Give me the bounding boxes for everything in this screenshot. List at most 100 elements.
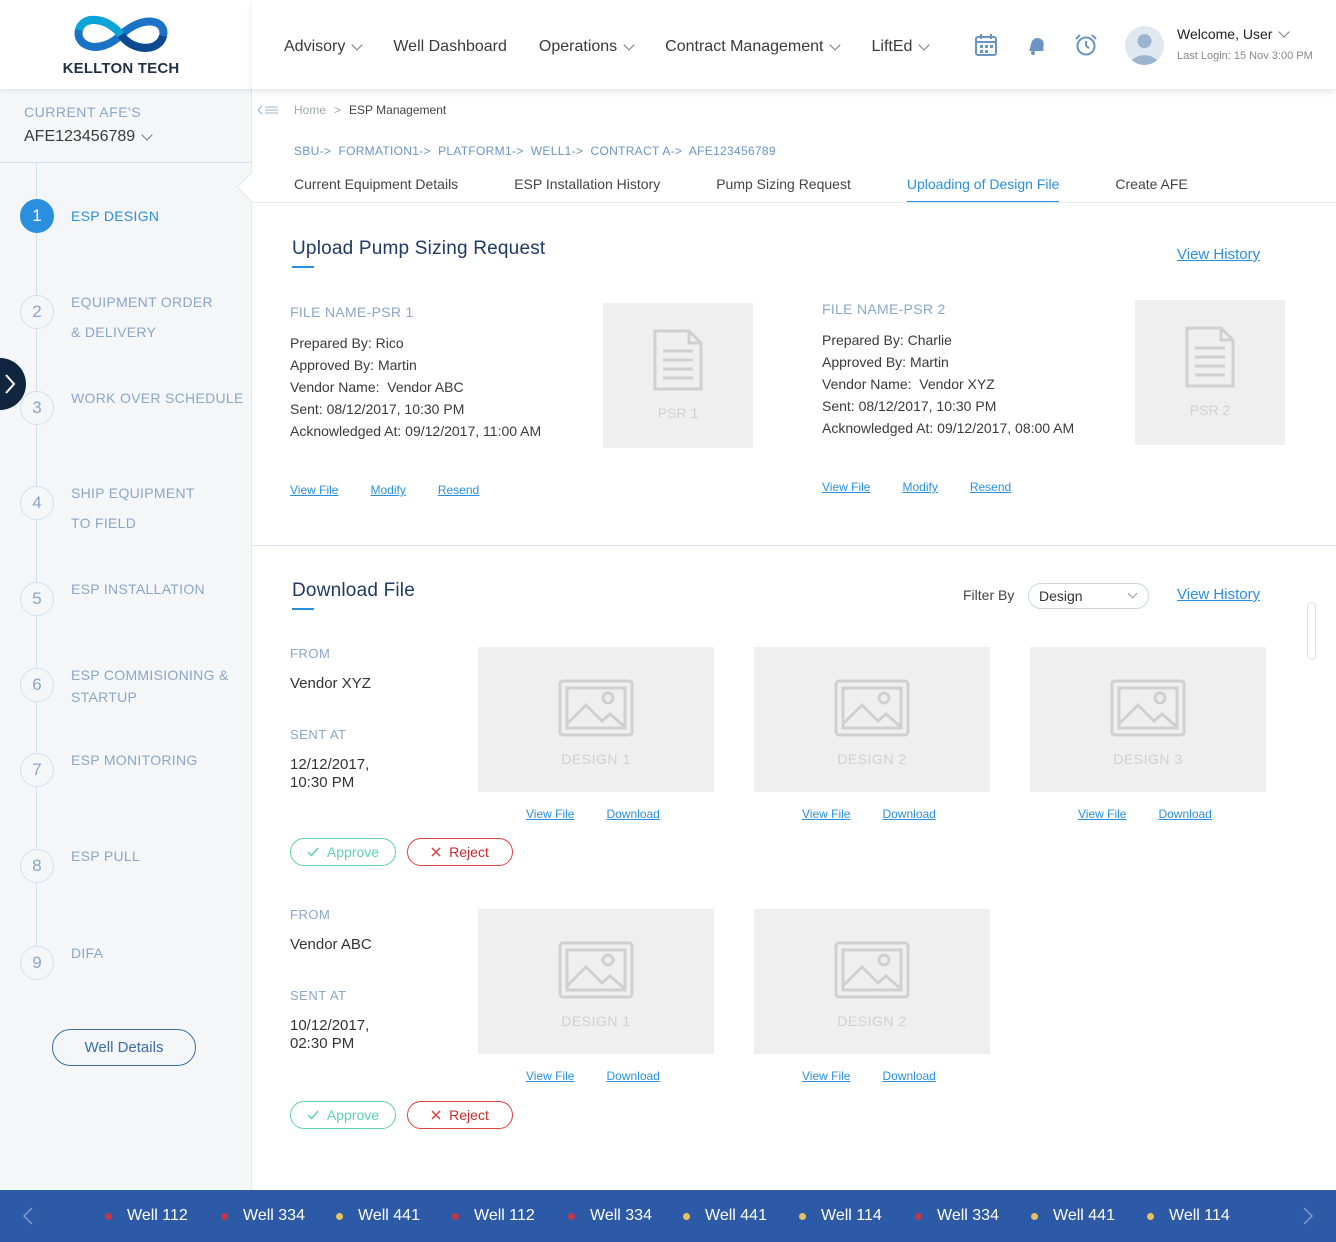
tab-create-afe[interactable]: Create AFE [1115, 176, 1187, 203]
status-dot-icon [915, 1212, 922, 1220]
prepared-by: Prepared By: Charlie [822, 332, 952, 348]
modify-link[interactable]: Modify [902, 480, 937, 494]
acknowledged-at: Acknowledged At: 09/12/2017, 08:00 AM [822, 420, 1075, 436]
modify-link[interactable]: Modify [370, 483, 405, 497]
design-thumbnail[interactable]: DESIGN 3 [1030, 647, 1266, 792]
ticker-item[interactable]: Well 334 [915, 1207, 1031, 1225]
design-thumbnail[interactable]: DESIGN 1 [478, 647, 714, 792]
divider [0, 162, 252, 163]
ticker-item[interactable]: Well 441 [1031, 1207, 1147, 1225]
ticker-item[interactable]: Well 114 [1147, 1207, 1247, 1225]
chevron-down-icon [141, 128, 153, 141]
ticker-item[interactable]: Well 441 [683, 1207, 799, 1225]
ticker-item-label: Well 114 [821, 1207, 882, 1224]
download-link[interactable]: Download [606, 1069, 659, 1083]
step-esp-monitoring[interactable]: 7 ESP MONITORING [20, 752, 198, 787]
breadcrumb-home[interactable]: Home [294, 103, 326, 117]
chevron-down-icon [829, 38, 842, 51]
step-esp-commisioning[interactable]: 6 ESP COMMISIONING & STARTUP [20, 667, 229, 708]
ticker-item[interactable]: Well 112 [105, 1207, 221, 1225]
download-link[interactable]: Download [1158, 807, 1211, 821]
status-dot-icon [105, 1212, 112, 1220]
nav-label: Advisory [284, 38, 346, 55]
psr-2-thumbnail[interactable]: PSR 2 [1135, 300, 1285, 445]
nav-lifted[interactable]: LiftEd [871, 38, 931, 56]
ticker-item[interactable]: Well 334 [221, 1207, 336, 1225]
status-dot-icon [221, 1212, 228, 1220]
tab-current-equipment-details[interactable]: Current Equipment Details [294, 176, 458, 203]
step-label: ESP COMMISIONING & STARTUP [71, 667, 229, 705]
thumbnail-label: DESIGN 2 [837, 751, 907, 767]
approve-button[interactable]: Approve [290, 1101, 396, 1129]
download-link[interactable]: Download [882, 807, 935, 821]
resend-link[interactable]: Resend [438, 483, 479, 497]
breadcrumb: Home > ESP Management [294, 103, 446, 117]
from-label: FROM [290, 646, 331, 661]
tab-pump-sizing-request[interactable]: Pump Sizing Request [716, 176, 851, 203]
step-number: 8 [20, 849, 54, 883]
step-esp-installation[interactable]: 5 ESP INSTALLATION [20, 581, 205, 616]
step-esp-design[interactable]: 1 ESP DESIGN [20, 199, 159, 233]
avatar[interactable] [1125, 26, 1164, 65]
alarm-clock-icon[interactable] [1074, 33, 1098, 57]
approve-button[interactable]: Approve [290, 838, 396, 866]
step-label: SHIP EQUIPMENT TO FIELD [71, 485, 195, 531]
nav-contract-management[interactable]: Contract Management [665, 38, 842, 56]
design-thumbnail[interactable]: DESIGN 2 [754, 909, 990, 1054]
logo-text: KELLTON TECH [62, 60, 180, 77]
nav-well-dashboard[interactable]: Well Dashboard [393, 38, 507, 56]
nav-operations[interactable]: Operations [539, 38, 635, 56]
reject-button[interactable]: Reject [407, 1101, 513, 1129]
reject-button[interactable]: Reject [407, 838, 513, 866]
top-header: Advisory Well Dashboard Operations Contr… [252, 0, 1336, 89]
tab-bar: Current Equipment Details ESP Installati… [294, 176, 1244, 203]
status-dot-icon [799, 1212, 806, 1220]
view-file-link[interactable]: View File [1078, 807, 1126, 821]
ticker-item[interactable]: Well 334 [568, 1207, 683, 1225]
tab-esp-installation-history[interactable]: ESP Installation History [514, 176, 660, 203]
ticker-prev-button[interactable] [22, 1206, 34, 1232]
ticker-next-button[interactable] [1302, 1206, 1314, 1232]
logo[interactable]: KELLTON TECH [0, 0, 252, 89]
resend-link[interactable]: Resend [970, 480, 1011, 494]
tab-uploading-of-design-file[interactable]: Uploading of Design File [906, 176, 1060, 203]
step-label: DIFA [71, 945, 104, 961]
upload-view-history-link[interactable]: View History [1177, 246, 1260, 263]
status-dot-icon [1031, 1212, 1038, 1220]
ticker-item-label: Well 334 [243, 1207, 305, 1224]
main-nav: Advisory Well Dashboard Operations Contr… [284, 38, 960, 56]
well-status-ticker: Well 112 Well 334 Well 441 Well 112 Well 334… [0, 1190, 1336, 1242]
menu-collapse-icon[interactable] [257, 104, 278, 118]
scrollbar[interactable] [1307, 602, 1316, 660]
psr-file-2: FILE NAME-PSR 2 Prepared By: Charlie App… [822, 301, 1074, 439]
step-work-over-schedule[interactable]: 3 WORK OVER SCHEDULE [20, 390, 244, 425]
calendar-icon[interactable] [974, 33, 998, 57]
step-difa[interactable]: 9 DIFA [20, 945, 103, 980]
ticker-item[interactable]: Well 441 [336, 1207, 452, 1225]
step-esp-pull[interactable]: 8 ESP PULL [20, 848, 140, 883]
last-login: Last Login: 15 Nov 3:00 PM [1177, 50, 1313, 62]
user-menu[interactable]: Welcome, User [1177, 25, 1291, 42]
design-actions: View File Download [526, 1069, 660, 1083]
view-file-link[interactable]: View File [526, 807, 574, 821]
download-link[interactable]: Download [882, 1069, 935, 1083]
download-link[interactable]: Download [606, 807, 659, 821]
design-thumbnail[interactable]: DESIGN 2 [754, 647, 990, 792]
nav-advisory[interactable]: Advisory [284, 38, 364, 56]
afe-selector[interactable]: AFE123456789 [24, 128, 153, 146]
ticker-item[interactable]: Well 114 [799, 1207, 915, 1225]
view-file-link[interactable]: View File [802, 807, 850, 821]
view-file-link[interactable]: View File [526, 1069, 574, 1083]
view-file-link[interactable]: View File [822, 480, 870, 494]
bell-icon[interactable] [1024, 33, 1048, 57]
design-thumbnail[interactable]: DESIGN 1 [478, 909, 714, 1054]
filter-select[interactable]: Design [1028, 583, 1149, 609]
psr-1-thumbnail[interactable]: PSR 1 [603, 303, 753, 448]
download-view-history-link[interactable]: View History [1177, 586, 1260, 603]
view-file-link[interactable]: View File [290, 483, 338, 497]
ticker-item[interactable]: Well 112 [452, 1207, 568, 1225]
view-file-link[interactable]: View File [802, 1069, 850, 1083]
step-ship-equipment[interactable]: 4 SHIP EQUIPMENT TO FIELD [20, 485, 195, 538]
step-equipment-order[interactable]: 2 EQUIPMENT ORDER & DELIVERY [20, 294, 213, 347]
well-details-button[interactable]: Well Details [52, 1029, 196, 1066]
